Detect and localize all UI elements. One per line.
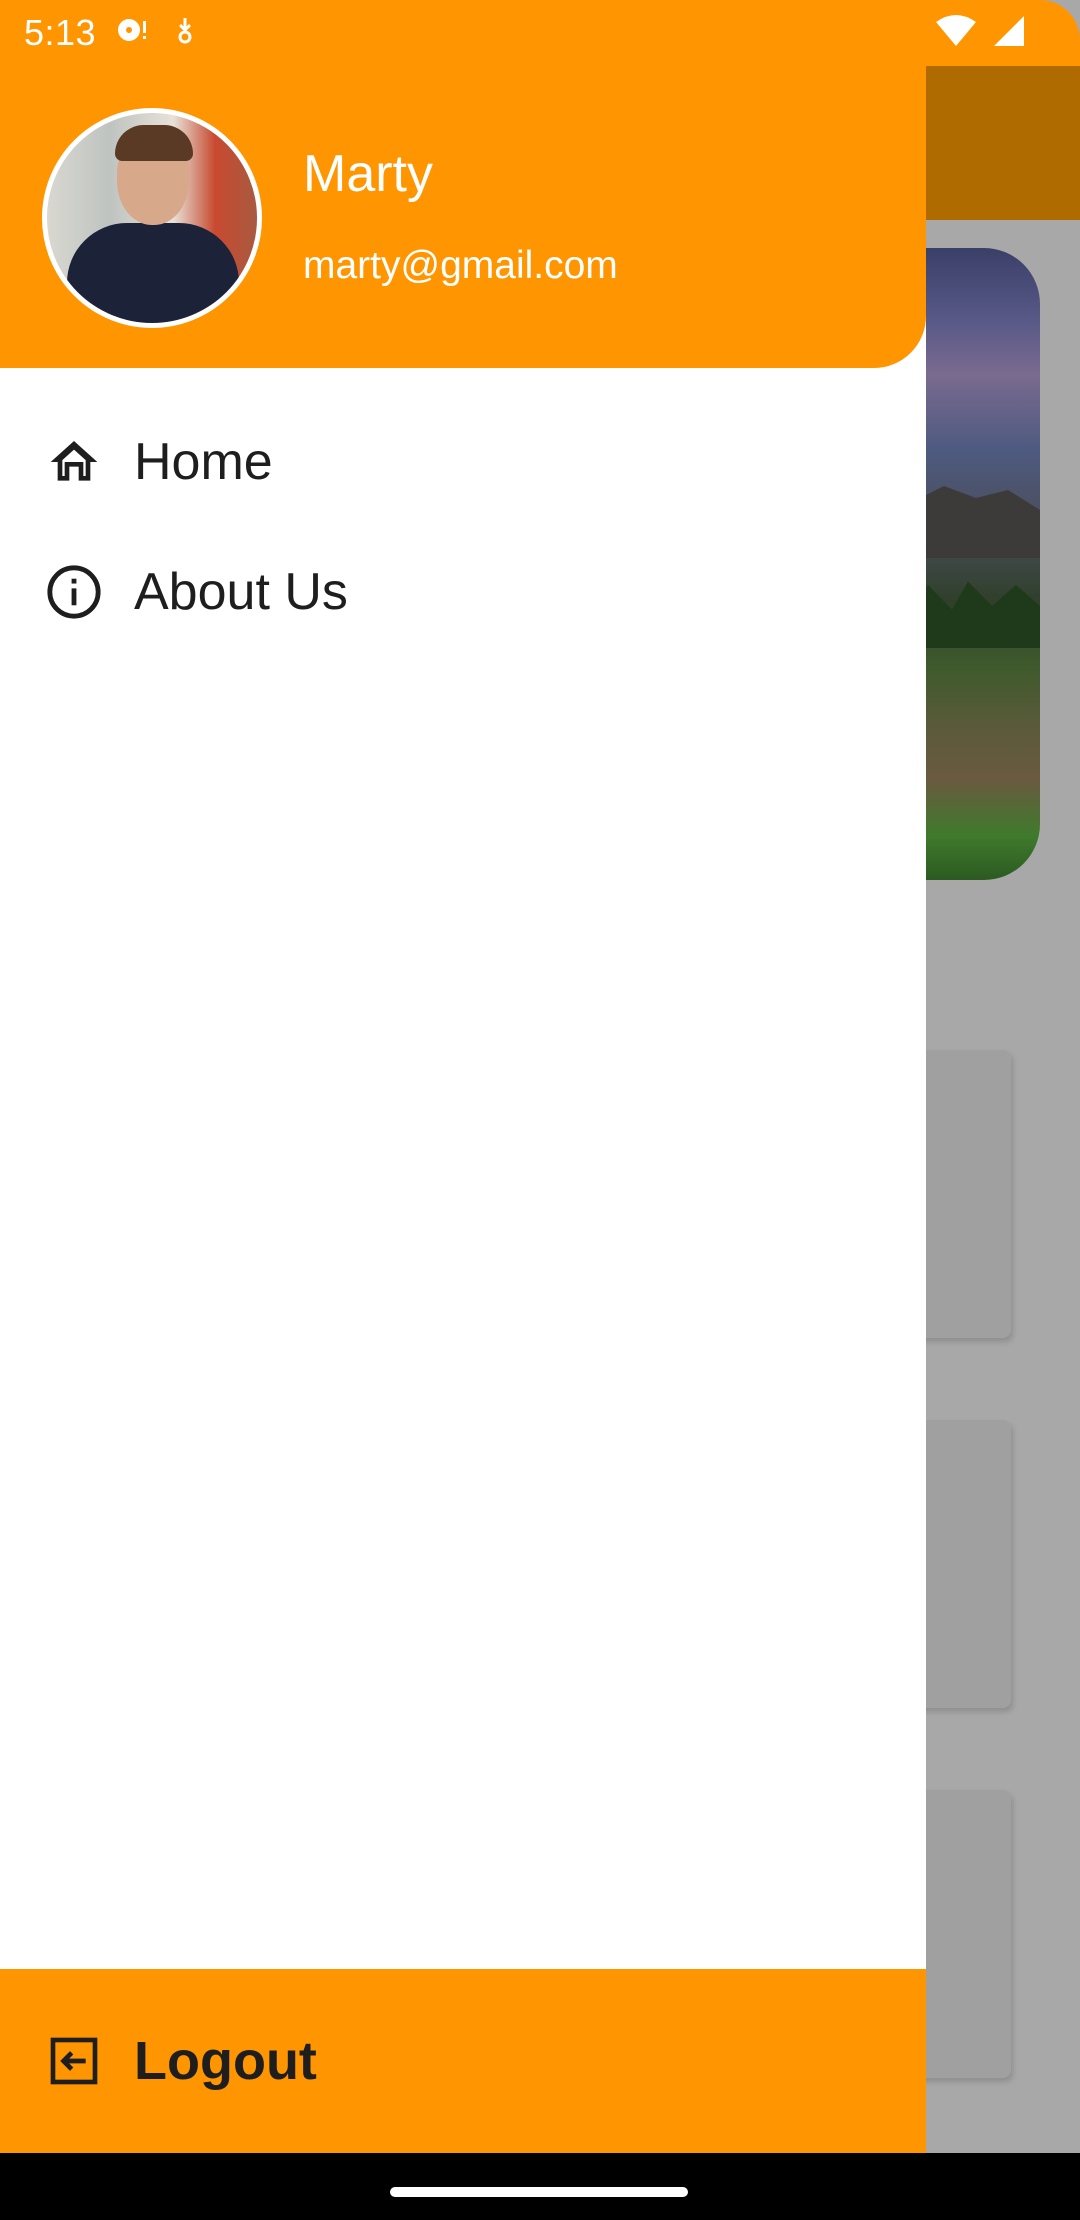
status-time: 5:13 — [24, 12, 97, 53]
cell-signal-icon — [990, 14, 1026, 53]
home-gesture-handle[interactable] — [390, 2187, 688, 2197]
user-name: Marty — [303, 145, 433, 203]
avatar-shirt — [67, 223, 239, 323]
menu-item-label: Home — [134, 433, 273, 491]
status-bar: 5:13 — [0, 0, 1080, 66]
logout-button[interactable]: Logout — [0, 1969, 926, 2153]
user-email: marty@gmail.com — [303, 244, 618, 287]
download-notification-icon — [172, 15, 198, 52]
logout-icon — [44, 2031, 104, 2091]
status-right-icons — [934, 14, 1026, 53]
info-icon — [44, 562, 104, 622]
home-icon — [44, 432, 104, 492]
menu-item-home[interactable]: Home — [0, 402, 926, 522]
avatar[interactable] — [42, 108, 262, 328]
menu-item-label: About Us — [134, 563, 348, 621]
avatar-hair — [115, 125, 193, 161]
logout-label: Logout — [134, 2031, 317, 2091]
system-nav-bar — [0, 2153, 1080, 2220]
media-notification-icon — [116, 15, 152, 52]
navigation-drawer: Marty marty@gmail.com Home About Us Logo… — [0, 0, 926, 2153]
wifi-icon — [934, 14, 978, 53]
menu-item-about-us[interactable]: About Us — [0, 532, 926, 652]
